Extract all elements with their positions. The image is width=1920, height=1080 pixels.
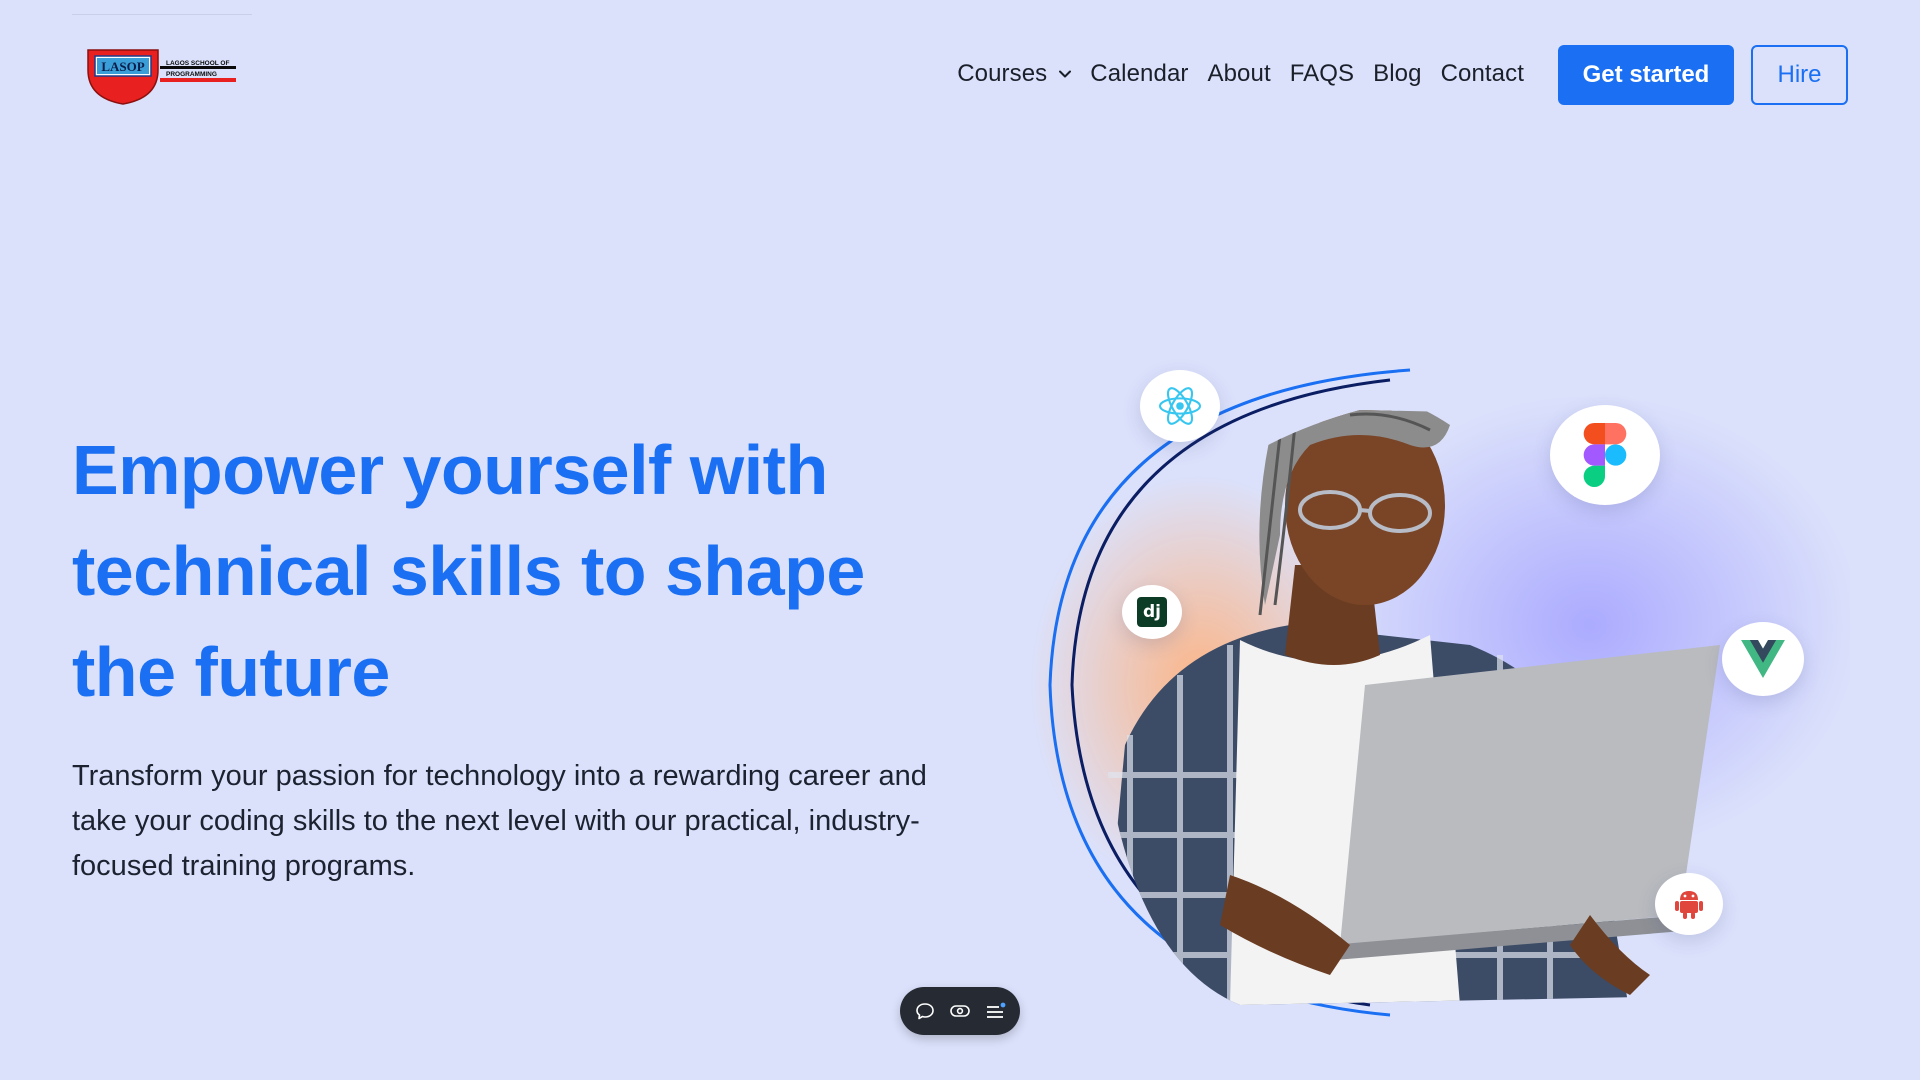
logo-subtitle-line1: LAGOS SCHOOL OF xyxy=(166,60,229,67)
nav-item-faqs[interactable]: FAQS xyxy=(1290,60,1354,88)
figma-badge xyxy=(1550,405,1660,505)
eye-icon[interactable] xyxy=(949,1000,971,1022)
nav-item-about[interactable]: About xyxy=(1208,60,1271,88)
lasop-logo[interactable]: LASOP LAGOS SCHOOL OF PROGRAMMING xyxy=(86,46,238,106)
hero-illustration: dj xyxy=(1030,355,1860,1035)
nav-item-contact[interactable]: Contact xyxy=(1441,60,1524,88)
hire-button[interactable]: Hire xyxy=(1751,45,1848,105)
figma-icon xyxy=(1583,423,1627,487)
logo-text: LASOP xyxy=(101,59,144,74)
react-badge xyxy=(1140,370,1220,442)
android-badge xyxy=(1655,873,1723,935)
hero-subtitle: Transform your passion for technology in… xyxy=(72,760,927,882)
hero-title: Empower yourself with technical skills t… xyxy=(72,431,865,711)
menu-icon[interactable] xyxy=(985,1000,1007,1022)
django-label: dj xyxy=(1143,602,1161,622)
main-nav: Courses Calendar About FAQS Blog Contact xyxy=(957,44,1524,104)
floating-toolbar xyxy=(900,987,1020,1035)
django-badge: dj xyxy=(1122,585,1182,639)
comment-icon[interactable] xyxy=(914,1000,936,1022)
vue-icon xyxy=(1741,640,1785,678)
logo-subtitle-line2: PROGRAMMING xyxy=(166,71,217,78)
react-icon xyxy=(1158,387,1202,425)
vue-badge xyxy=(1722,622,1804,696)
nav-item-courses[interactable]: Courses xyxy=(957,60,1072,88)
student-laptop-image xyxy=(1030,368,1860,1017)
chevron-down-icon xyxy=(1059,70,1072,78)
top-divider xyxy=(72,14,252,15)
android-icon xyxy=(1675,891,1703,919)
nav-item-calendar[interactable]: Calendar xyxy=(1090,60,1188,88)
django-icon: dj xyxy=(1137,597,1167,627)
nav-item-blog[interactable]: Blog xyxy=(1373,60,1421,88)
nav-item-label: Courses xyxy=(957,60,1048,87)
get-started-button[interactable]: Get started xyxy=(1558,45,1734,105)
